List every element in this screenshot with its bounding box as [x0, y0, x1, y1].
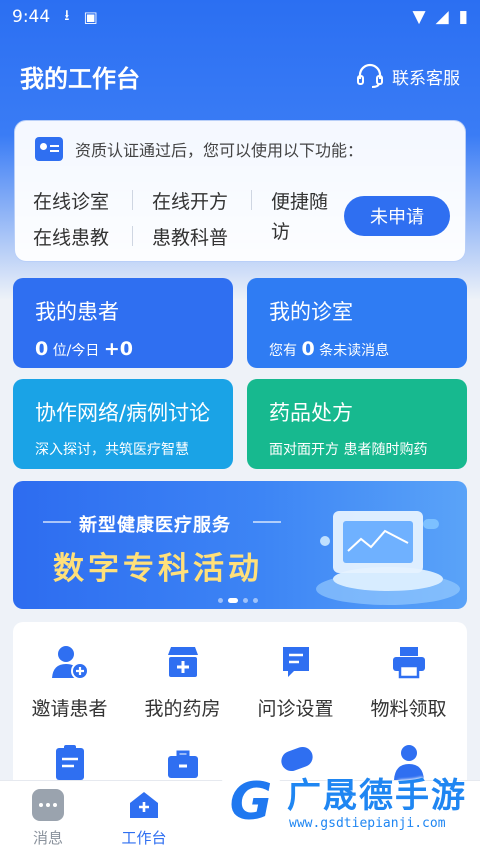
tool-label: 问诊设置: [257, 698, 334, 720]
notice-text: 资质认证通过后，您可以使用以下功能：: [75, 141, 364, 160]
certification-notice: 资质认证通过后，您可以使用以下功能： 在线诊室 在线开方 便捷随 访 在线患教 …: [14, 120, 466, 262]
add-user-icon: [50, 642, 90, 682]
briefcase-icon[interactable]: [166, 746, 200, 784]
chat-icon: [32, 789, 64, 821]
divider: [251, 190, 252, 210]
feature-follow-up-line1: 便捷随: [271, 191, 329, 213]
carousel-dot: [253, 598, 258, 603]
settings-doc-icon: [276, 642, 316, 682]
tab-workbench[interactable]: 工作台: [96, 789, 192, 848]
wifi-icon: ▼: [412, 7, 426, 27]
pharmacy-icon: [163, 642, 203, 682]
tab-messages-label: 消息: [32, 829, 63, 847]
my-patients-title: 我的患者: [35, 300, 119, 324]
carousel-dot-active: [228, 598, 238, 603]
contact-service-button[interactable]: 联系客服: [356, 63, 460, 89]
printer-icon: [389, 642, 429, 682]
feature-follow-up-line2: 访: [271, 221, 291, 243]
my-patients-card[interactable]: 我的患者 0 位/今日 +0: [13, 278, 233, 368]
patients-today: +0: [103, 338, 133, 360]
headset-icon: [357, 63, 383, 88]
not-applied-button[interactable]: 未申请: [344, 196, 450, 236]
prescription-sub: 面对面开方 患者随时购药: [269, 442, 428, 458]
signal-icon: ◢: [435, 7, 449, 27]
divider: [132, 226, 133, 246]
tool-label: 我的药房: [144, 698, 221, 720]
tool-label: 物料领取: [370, 698, 447, 720]
feature-online-clinic: 在线诊室: [33, 191, 110, 213]
prescription-card[interactable]: 药品处方 面对面开方 患者随时购药: [247, 379, 467, 469]
carousel-dot: [243, 598, 248, 603]
download-icon: ⭳: [64, 5, 70, 24]
unread-count: 0: [301, 338, 315, 360]
app-notification-icon: ▣: [83, 8, 98, 26]
watermark-logo: G: [215, 766, 287, 838]
tool-label: 邀请患者: [31, 698, 108, 720]
carousel-dot: [218, 598, 223, 603]
promo-banner[interactable]: 新型健康医疗服务 数字专科活动: [13, 481, 467, 609]
clipboard-icon[interactable]: [53, 744, 87, 784]
status-time: 9:44: [12, 7, 51, 27]
my-clinic-card[interactable]: 我的诊室 您有 0 条未读消息: [247, 278, 467, 368]
patients-count-unit: 位/今日: [52, 343, 100, 359]
feature-online-prescription: 在线开方: [152, 191, 229, 213]
my-clinic-title: 我的诊室: [269, 300, 353, 324]
divider: [132, 190, 133, 210]
banner-subtitle: 新型健康医疗服务: [79, 515, 231, 536]
collaboration-sub: 深入探讨，共筑医疗智慧: [35, 442, 189, 458]
clinic-prefix: 您有: [269, 343, 297, 359]
carousel-indicator: [218, 598, 258, 603]
banner-title: 数字专科活动: [53, 551, 263, 587]
home-icon: [128, 789, 160, 821]
watermark-name: 广晟德手游: [287, 776, 467, 816]
id-card-icon: [35, 137, 63, 161]
collaboration-title: 协作网络/病例讨论: [35, 401, 211, 425]
tool-consult-settings[interactable]: 问诊设置: [239, 642, 352, 721]
watermark-url: www.gsdtiepianji.com: [289, 816, 446, 831]
tab-messages[interactable]: 消息: [0, 789, 96, 848]
tool-invite-patients[interactable]: 邀请患者: [13, 642, 126, 721]
battery-icon: ▮: [458, 7, 468, 27]
status-bar: 9:44 ⭳ ▣ ▼ ◢ ▮: [0, 0, 480, 34]
clinic-suffix: 条未读消息: [319, 343, 390, 359]
site-watermark: G 广晟德手游 www.gsdtiepianji.com: [215, 764, 480, 853]
patients-count: 0: [35, 338, 49, 360]
feature-patient-education: 在线患教: [33, 227, 110, 249]
page-title: 我的工作台: [20, 64, 140, 93]
title-bar: 我的工作台 联系客服: [0, 48, 480, 104]
tab-workbench-label: 工作台: [121, 829, 167, 847]
prescription-title: 药品处方: [269, 401, 353, 425]
collaboration-card[interactable]: 协作网络/病例讨论 深入探讨，共筑医疗智慧: [13, 379, 233, 469]
contact-service-label: 联系客服: [392, 68, 460, 89]
tool-my-pharmacy[interactable]: 我的药房: [126, 642, 239, 721]
tool-material-claim[interactable]: 物料领取: [352, 642, 465, 721]
feature-education-science: 患教科普: [152, 227, 229, 249]
